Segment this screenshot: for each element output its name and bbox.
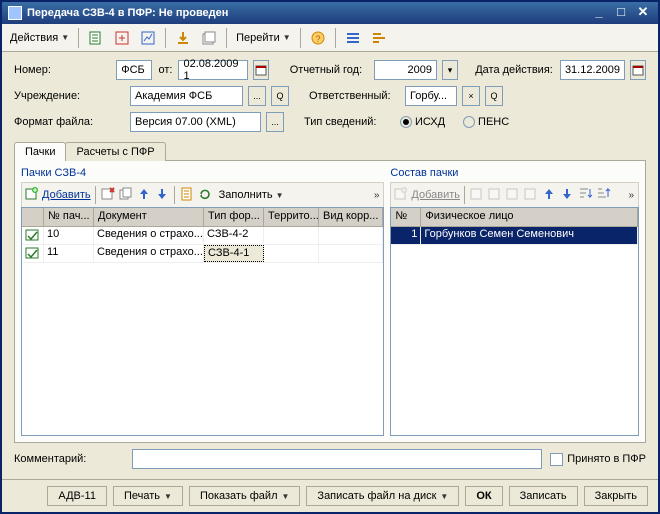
tab-calc[interactable]: Расчеты с ПФР bbox=[65, 142, 165, 161]
radio-ishd[interactable]: ИСХД bbox=[400, 116, 445, 128]
rcol-person[interactable]: Физическое лицо bbox=[421, 208, 638, 226]
right-toolbar: Добавить » bbox=[390, 182, 639, 208]
maximize-button[interactable]: □ bbox=[612, 5, 630, 21]
responsible-input[interactable]: Горбу... bbox=[405, 86, 457, 106]
minimize-button[interactable]: _ bbox=[590, 5, 608, 21]
adv-button[interactable]: АДВ-11 bbox=[47, 486, 107, 506]
close-form-button[interactable]: Закрыть bbox=[584, 486, 648, 506]
content-area: Номер: ФСБ от: 02.08.2009 1 Отчетный год… bbox=[2, 52, 658, 479]
right-add-link: Добавить bbox=[411, 189, 460, 201]
col-type[interactable]: Тип фор... bbox=[204, 208, 264, 226]
table-row[interactable]: 10 Сведения о страхо... СЗВ-4-2 bbox=[22, 227, 383, 245]
action-date-label: Дата действия: bbox=[475, 64, 554, 76]
save-button[interactable]: Записать bbox=[509, 486, 578, 506]
rcol-num[interactable]: № bbox=[391, 208, 421, 226]
calendar-button-1[interactable] bbox=[253, 60, 269, 80]
format-label: Формат файла: bbox=[14, 116, 124, 128]
left-fill-menu[interactable]: Заполнить ▼ bbox=[215, 187, 288, 203]
window-title: Передача СЗВ-4 в ПФР: Не проведен bbox=[27, 7, 586, 19]
calendar-button-2[interactable] bbox=[630, 60, 646, 80]
navigate-menu[interactable]: Перейти ▼ bbox=[232, 30, 295, 46]
left-tb-icon-up[interactable] bbox=[136, 186, 152, 205]
help-button[interactable]: ? bbox=[306, 28, 330, 48]
table-row[interactable]: 1 Горбунков Семен Семенович bbox=[391, 227, 638, 245]
right-pane: Состав пачки Добавить » bbox=[390, 167, 639, 436]
toolbar-icon-6[interactable] bbox=[341, 28, 365, 48]
col-corr[interactable]: Вид корр... bbox=[319, 208, 383, 226]
col-terr[interactable]: Террито... bbox=[264, 208, 319, 226]
type-label: Тип сведений: bbox=[304, 116, 394, 128]
tab-panel: Пачки СЗВ-4 Добавить Заполнить ▼ » bbox=[14, 160, 646, 443]
left-tb-icon-doc[interactable] bbox=[179, 186, 195, 205]
left-tb-icon-del[interactable] bbox=[100, 186, 116, 205]
right-tb-icon-3 bbox=[505, 186, 521, 205]
col-doc[interactable]: Документ bbox=[94, 208, 204, 226]
org-open-button[interactable]: Q bbox=[271, 86, 289, 106]
responsible-clear-button[interactable]: × bbox=[462, 86, 480, 106]
left-add-icon[interactable] bbox=[24, 186, 40, 205]
right-tb-icon-down[interactable] bbox=[559, 186, 575, 205]
footer: АДВ-11 Печать ▼ Показать файл ▼ Записать… bbox=[2, 479, 658, 512]
report-year-label: Отчетный год: bbox=[290, 64, 369, 76]
window: Передача СЗВ-4 в ПФР: Не проведен _ □ ✕ … bbox=[0, 0, 660, 514]
org-select-button[interactable]: ... bbox=[248, 86, 266, 106]
tabs: Пачки Расчеты с ПФР bbox=[14, 142, 646, 161]
format-input[interactable]: Версия 07.00 (XML) bbox=[130, 112, 261, 132]
right-pane-title: Состав пачки bbox=[390, 167, 639, 179]
responsible-label: Ответственный: bbox=[309, 90, 399, 102]
radio-pens[interactable]: ПЕНС bbox=[463, 116, 509, 128]
right-tb-icon-sort2[interactable] bbox=[595, 186, 611, 205]
toolbar-icon-4[interactable] bbox=[171, 28, 195, 48]
actions-menu[interactable]: Действия ▼ bbox=[6, 30, 73, 46]
right-tb-icon-2 bbox=[487, 186, 503, 205]
date-input[interactable]: 02.08.2009 1 bbox=[178, 60, 248, 80]
from-label: от: bbox=[158, 64, 172, 76]
toolbar-icon-7[interactable] bbox=[367, 28, 391, 48]
svg-text:?: ? bbox=[315, 34, 320, 44]
left-tb-icon-down[interactable] bbox=[154, 186, 170, 205]
accepted-checkbox[interactable]: Принято в ПФР bbox=[550, 453, 646, 466]
tab-packs[interactable]: Пачки bbox=[14, 142, 66, 161]
org-label: Учреждение: bbox=[14, 90, 124, 102]
close-button[interactable]: ✕ bbox=[634, 5, 652, 21]
toolbar-icon-3[interactable] bbox=[136, 28, 160, 48]
comment-label: Комментарий: bbox=[14, 453, 124, 465]
right-expand[interactable]: » bbox=[626, 190, 636, 201]
left-add-link[interactable]: Добавить bbox=[42, 189, 91, 201]
toolbar-icon-5[interactable] bbox=[197, 28, 221, 48]
org-input[interactable]: Академия ФСБ bbox=[130, 86, 243, 106]
right-tb-icon-up[interactable] bbox=[541, 186, 557, 205]
ok-button[interactable]: ОК bbox=[465, 486, 502, 506]
number-input[interactable]: ФСБ bbox=[116, 60, 152, 80]
number-label: Номер: bbox=[14, 64, 110, 76]
print-button[interactable]: Печать ▼ bbox=[113, 486, 183, 506]
right-tb-icon-4 bbox=[523, 186, 539, 205]
right-add-icon bbox=[393, 186, 409, 205]
show-file-button[interactable]: Показать файл ▼ bbox=[189, 486, 300, 506]
right-tb-icon-1 bbox=[469, 186, 485, 205]
report-year-input[interactable]: 2009 bbox=[374, 60, 437, 80]
toolbar: Действия ▼ Перейти ▼ ? bbox=[2, 24, 658, 52]
write-file-button[interactable]: Записать файл на диск ▼ bbox=[306, 486, 459, 506]
table-row[interactable]: 11 Сведения о страхо... СЗВ-4-1 bbox=[22, 245, 383, 263]
left-toolbar: Добавить Заполнить ▼ » bbox=[21, 182, 384, 208]
toolbar-icon-1[interactable] bbox=[84, 28, 108, 48]
right-tb-icon-sort1[interactable] bbox=[577, 186, 593, 205]
left-tb-icon-refresh[interactable] bbox=[197, 186, 213, 205]
left-grid[interactable]: № пач... Документ Тип фор... Террито... … bbox=[21, 207, 384, 436]
toolbar-icon-2[interactable] bbox=[110, 28, 134, 48]
titlebar: Передача СЗВ-4 в ПФР: Не проведен _ □ ✕ bbox=[2, 2, 658, 24]
left-pane: Пачки СЗВ-4 Добавить Заполнить ▼ » bbox=[21, 167, 384, 436]
col-num[interactable]: № пач... bbox=[44, 208, 94, 226]
year-spinner[interactable]: ▾ bbox=[442, 60, 458, 80]
left-pane-title: Пачки СЗВ-4 bbox=[21, 167, 384, 179]
action-date-input[interactable]: 31.12.2009 bbox=[560, 60, 625, 80]
format-select-button[interactable]: ... bbox=[266, 112, 284, 132]
responsible-open-button[interactable]: Q bbox=[485, 86, 503, 106]
comment-input[interactable] bbox=[132, 449, 542, 469]
left-tb-icon-copy[interactable] bbox=[118, 186, 134, 205]
right-grid[interactable]: № Физическое лицо 1 Горбунков Семен Семе… bbox=[390, 207, 639, 436]
app-icon bbox=[8, 6, 22, 20]
left-expand[interactable]: » bbox=[372, 190, 382, 201]
